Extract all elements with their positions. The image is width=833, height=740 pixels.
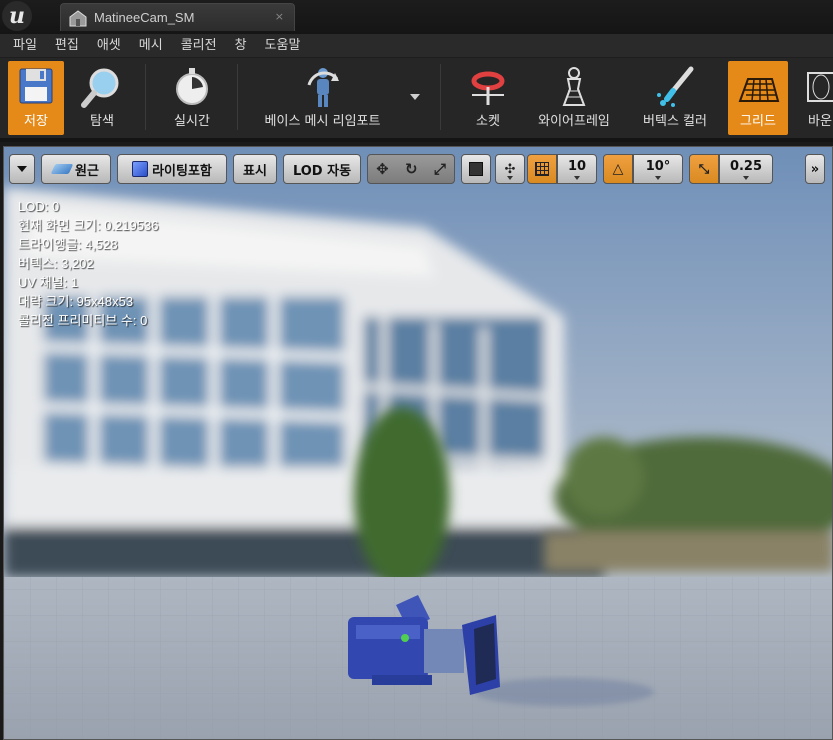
socket-button[interactable]: 소켓 bbox=[460, 61, 516, 135]
scale-tool-icon[interactable]: ⤢ bbox=[434, 160, 446, 178]
stat-triangles: 트라이앵글: 4,528 bbox=[18, 237, 118, 252]
menu-file[interactable]: 파일 bbox=[4, 34, 46, 58]
menu-collision[interactable]: 콜리전 bbox=[172, 34, 226, 58]
viewport-toolbar: 원근 라이팅포함 표시 LOD 자동 ✥ ↻ ⤢ ✣ 10 △ 10° ⤡ 0.… bbox=[9, 152, 829, 186]
show-label: 표시 bbox=[243, 163, 267, 179]
mesh-stats-overlay: LOD: 0 현재 화면 크기: 0.219536 트라이앵글: 4,528 버… bbox=[18, 197, 158, 330]
wireframe-button[interactable]: 와이어프레임 bbox=[528, 61, 620, 135]
toolbar-divider bbox=[145, 64, 146, 130]
wireframe-pawn-icon bbox=[550, 65, 598, 109]
scale-snap-icon: ⤡ bbox=[698, 161, 710, 177]
stat-approx-size: 대략 크기: 95x48x53 bbox=[18, 294, 134, 309]
grid-button[interactable]: 그리드 bbox=[728, 61, 788, 135]
magnifier-icon bbox=[78, 65, 126, 109]
menu-bar: 파일 편집 애셋 메시 콜리전 창 도움말 bbox=[0, 34, 833, 58]
browse-button[interactable]: 탐색 bbox=[72, 61, 132, 135]
menu-asset[interactable]: 애셋 bbox=[88, 34, 130, 58]
scale-snap-value[interactable]: 0.25 bbox=[719, 154, 773, 184]
transform-tools-group: ✥ ↻ ⤢ bbox=[367, 154, 455, 184]
grid-snap-value[interactable]: 10 bbox=[557, 154, 597, 184]
bounds-button[interactable]: 바운 bbox=[800, 61, 833, 135]
rotation-snap-label: 10° bbox=[645, 158, 671, 174]
caret-down-icon bbox=[655, 176, 661, 180]
socket-label: 소켓 bbox=[476, 114, 500, 129]
menu-help[interactable]: 도움말 bbox=[256, 34, 310, 58]
vertex-color-button[interactable]: 버텍스 컬러 bbox=[632, 61, 718, 135]
stat-uv-channels: UV 채널: 1 bbox=[18, 275, 79, 290]
grid-icon bbox=[734, 65, 782, 109]
overflow-label: » bbox=[810, 161, 820, 177]
rotation-snap-icon: △ bbox=[612, 161, 624, 177]
perspective-button[interactable]: 원근 bbox=[41, 154, 111, 184]
static-mesh-icon bbox=[68, 9, 88, 27]
coordinate-system-button[interactable] bbox=[461, 154, 491, 184]
menu-mesh[interactable]: 메시 bbox=[130, 34, 172, 58]
reimport-label: 베이스 메시 리임포트 bbox=[264, 114, 381, 129]
stat-screen-size: 현재 화면 크기: 0.219536 bbox=[18, 218, 159, 233]
save-button[interactable]: 저장 bbox=[8, 61, 64, 135]
view-mode-button[interactable]: 라이팅포함 bbox=[117, 154, 227, 184]
rotate-tool-icon[interactable]: ↻ bbox=[405, 160, 418, 178]
surface-snap-button[interactable]: ✣ bbox=[495, 154, 525, 184]
socket-icon bbox=[464, 65, 512, 109]
translate-tool-icon[interactable]: ✥ bbox=[376, 160, 389, 178]
viewport-options-button[interactable] bbox=[9, 154, 35, 184]
bounds-icon bbox=[796, 65, 833, 109]
realtime-button[interactable]: 실시간 bbox=[160, 61, 224, 135]
caret-down-icon bbox=[574, 176, 580, 180]
vertex-color-label: 버텍스 컬러 bbox=[643, 114, 707, 129]
caret-down-icon bbox=[17, 166, 27, 172]
unreal-logo-icon[interactable]: u bbox=[2, 1, 32, 31]
rotation-snap-toggle[interactable]: △ bbox=[603, 154, 633, 184]
toolbar-overflow-button[interactable]: » bbox=[805, 154, 825, 184]
perspective-label: 원근 bbox=[75, 163, 99, 179]
stat-vertices: 버텍스: 3,202 bbox=[18, 256, 94, 271]
menu-window[interactable]: 창 bbox=[226, 34, 256, 58]
stat-lod: LOD: 0 bbox=[18, 199, 60, 214]
toolbar-divider bbox=[440, 64, 441, 130]
main-toolbar: 저장 탐색 실시간 베이스 메시 리임포트 소켓 와이어프레임 버텍스 컬러 그… bbox=[0, 58, 833, 142]
reimport-dropdown-arrow-icon[interactable] bbox=[410, 94, 420, 100]
realtime-label: 실시간 bbox=[174, 114, 210, 129]
grid-snap-icon bbox=[535, 162, 549, 176]
scale-snap-label: 0.25 bbox=[729, 158, 763, 174]
title-bar: u MatineeCam_SM × bbox=[0, 0, 833, 34]
bounds-label: 바운 bbox=[808, 114, 832, 129]
surface-snap-icon: ✣ bbox=[504, 161, 516, 177]
stopwatch-icon bbox=[168, 65, 216, 109]
perspective-view-icon bbox=[50, 164, 74, 174]
caret-down-icon bbox=[743, 176, 749, 180]
wireframe-label: 와이어프레임 bbox=[538, 114, 610, 129]
browse-label: 탐색 bbox=[90, 114, 114, 129]
mesh-viewport[interactable]: 원근 라이팅포함 표시 LOD 자동 ✥ ↻ ⤢ ✣ 10 △ 10° ⤡ 0.… bbox=[3, 146, 833, 740]
toolbar-divider bbox=[237, 64, 238, 130]
floppy-disk-icon bbox=[12, 65, 60, 109]
document-tab[interactable]: MatineeCam_SM × bbox=[60, 3, 295, 31]
grid-snap-label: 10 bbox=[567, 158, 587, 174]
caret-down-icon bbox=[507, 176, 513, 180]
reimport-base-mesh-button[interactable]: 베이스 메시 리임포트 bbox=[250, 61, 395, 135]
rotation-snap-value[interactable]: 10° bbox=[633, 154, 683, 184]
tab-close-icon[interactable]: × bbox=[275, 10, 284, 23]
menu-edit[interactable]: 편집 bbox=[46, 34, 88, 58]
save-label: 저장 bbox=[24, 114, 48, 129]
tab-title: MatineeCam_SM bbox=[94, 10, 195, 25]
lit-label: 라이팅포함 bbox=[152, 163, 212, 179]
stat-collision-primitives: 콜리전 프리미티브 수: 0 bbox=[18, 313, 148, 328]
lit-cube-icon bbox=[132, 161, 149, 177]
scale-snap-toggle[interactable]: ⤡ bbox=[689, 154, 719, 184]
grid-label: 그리드 bbox=[740, 114, 776, 129]
mannequin-reimport-icon bbox=[299, 65, 347, 109]
grid-snap-toggle[interactable] bbox=[527, 154, 557, 184]
paint-brush-icon bbox=[651, 65, 699, 109]
camera-shadow bbox=[474, 678, 654, 706]
show-button[interactable]: 표시 bbox=[233, 154, 277, 184]
cube-icon bbox=[469, 162, 483, 176]
lod-button[interactable]: LOD 자동 bbox=[283, 154, 361, 184]
lod-label: LOD 자동 bbox=[292, 163, 352, 179]
